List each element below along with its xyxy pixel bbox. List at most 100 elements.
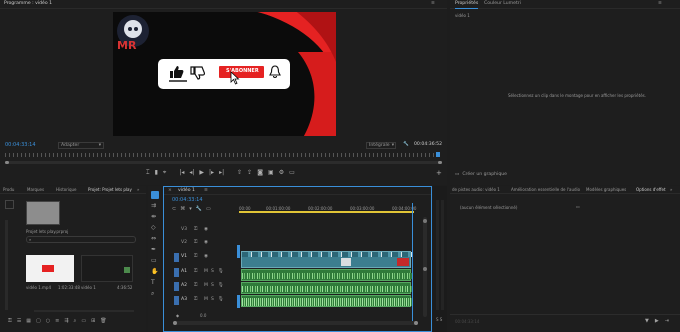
scroll-handle-mid[interactable] (423, 267, 427, 271)
step-back-icon[interactable]: ◂| (189, 169, 194, 177)
scroll-handle-left[interactable] (173, 321, 177, 325)
text-icon[interactable]: T (151, 279, 158, 287)
create-graphic-button[interactable]: ▭ Créer un graphique (455, 172, 507, 179)
captions-icon[interactable]: ▭ (206, 206, 211, 212)
icon-view-icon[interactable]: ▦ (26, 317, 31, 325)
program-ruler[interactable] (5, 153, 439, 157)
timeline-playhead[interactable] (412, 203, 413, 323)
source-patch-a3[interactable] (174, 296, 179, 305)
marker-add-icon[interactable]: ▾ (189, 206, 192, 212)
project-h-scrollbar[interactable] (34, 310, 134, 312)
audio-clip-a3[interactable] (241, 295, 412, 307)
list-view-icon[interactable]: ☰ (17, 317, 21, 325)
play-icon[interactable]: ▶ (199, 169, 204, 177)
lock-icon[interactable]: ⚿ (194, 227, 198, 233)
scroll-handle-top[interactable] (423, 219, 427, 223)
playhead[interactable] (436, 152, 440, 157)
filter-icon[interactable]: ▼ (645, 318, 649, 324)
timeline-ruler[interactable]: 00:00 00:01:00:00 00:02:00:00 00:03:00:0… (239, 198, 419, 213)
zoom-tool-icon[interactable]: ⌕ (151, 290, 158, 298)
solo-icon[interactable]: S (211, 269, 214, 275)
close-icon[interactable]: × (168, 188, 172, 194)
timeline-timecode[interactable]: 00:04:33:14 (172, 198, 203, 203)
scroll-handle-left[interactable] (5, 161, 9, 164)
trash-icon[interactable]: 🗑 (100, 317, 106, 325)
find-icon[interactable]: ⌕ (74, 317, 77, 325)
lock-icon[interactable]: ⚿ (194, 283, 198, 289)
wrench-icon[interactable]: 🔧 (403, 142, 409, 148)
source-patch-a2[interactable] (174, 282, 179, 291)
tab-markers[interactable]: Marques (27, 188, 44, 192)
scroll-handle-right[interactable] (438, 161, 442, 164)
tab-essential-sound[interactable]: Amélioration essentielle de l'audio (511, 188, 580, 192)
tab-produ[interactable]: Produ (3, 188, 14, 192)
go-to-out-icon[interactable]: ▸| (219, 169, 224, 177)
tab-project[interactable]: Projet: Projet lets play (88, 188, 132, 192)
snap-icon[interactable]: ⊂ (172, 206, 176, 212)
quality-select[interactable]: Intégrale ▾ (366, 142, 396, 149)
automate-icon[interactable]: ⇶ (64, 317, 68, 325)
clip-thumbnail-1[interactable] (26, 255, 74, 282)
eye-icon[interactable]: ◉ (204, 240, 208, 246)
search-input[interactable]: ⌕ (26, 236, 136, 243)
audio-clip-a1[interactable] (241, 269, 412, 281)
play-audio-icon[interactable]: ▶ (655, 318, 659, 324)
tab-graphics-templates[interactable]: Modèles graphiques (586, 188, 626, 192)
camera-icon[interactable]: ◙ (257, 169, 263, 177)
tab-effect-controls[interactable]: Options d'effet (636, 188, 666, 192)
source-patch-v1[interactable] (174, 253, 179, 262)
video-clip-v1[interactable] (241, 251, 412, 268)
pen-icon[interactable]: ✒ (151, 246, 158, 254)
add-button-icon[interactable]: + (436, 169, 442, 177)
panel-menu-icon[interactable]: ≡ (658, 1, 662, 7)
ripple-edit-icon[interactable]: ⇹ (151, 213, 158, 221)
lock-icon[interactable]: ⚿ (194, 297, 198, 303)
step-forward-icon[interactable]: |▸ (209, 169, 214, 177)
program-tab[interactable]: Programme : vidéo 1 (4, 1, 52, 7)
mute-icon[interactable]: M (204, 297, 208, 303)
solo-meter-label[interactable]: S S (436, 318, 442, 322)
lock-icon[interactable]: ⚿ (194, 269, 198, 275)
timeline-tab[interactable]: vidéo 1 (178, 188, 195, 194)
export-icon[interactable]: ⇥ (665, 318, 669, 324)
freeform-view-icon[interactable]: ▢ (36, 317, 41, 325)
extract-icon[interactable]: ⇪ (247, 169, 252, 177)
tab-track-mixer[interactable]: de pistes audio: vidéo 1 (452, 188, 500, 192)
mic-icon[interactable]: 🎙 (218, 283, 224, 289)
hand-icon[interactable]: ✋ (151, 268, 158, 276)
lock-icon[interactable]: ⚿ (8, 317, 12, 325)
solo-icon[interactable]: S (211, 297, 214, 303)
razor-icon[interactable]: ◇ (151, 224, 158, 232)
slip-icon[interactable]: ⇔ (151, 235, 158, 243)
tab-lumetri[interactable]: Couleur Lumetri (484, 1, 521, 7)
zoom-slider-icon[interactable]: ○ (46, 317, 50, 325)
linked-icon[interactable]: ⌘ (180, 206, 185, 212)
timeline-v-scrollbar[interactable] (423, 217, 427, 317)
program-timecode[interactable]: 00:04:33:14 (5, 143, 36, 148)
timeline-h-scrollbar[interactable] (173, 321, 418, 325)
wrench-icon[interactable]: 🔧 (196, 206, 202, 212)
vr-icon[interactable]: ▭ (289, 169, 295, 177)
mark-out-icon[interactable]: ▮ (155, 169, 158, 177)
solo-icon[interactable]: S (211, 283, 214, 289)
comparison-icon[interactable]: ▣ (268, 169, 274, 177)
sort-icon[interactable]: ≡ (55, 317, 59, 325)
mic-icon[interactable]: 🎙 (218, 269, 224, 275)
expand-icon[interactable]: » (137, 188, 139, 192)
marker-icon[interactable]: ⌖ (163, 169, 166, 177)
expand-icon[interactable]: » (670, 188, 672, 192)
clip-icon[interactable]: ▭ (576, 205, 580, 209)
fit-select[interactable]: Adapter ▾ (58, 142, 104, 149)
mute-icon[interactable]: M (204, 283, 208, 289)
selection-tool-icon[interactable] (151, 191, 159, 199)
work-area-bar[interactable] (239, 211, 414, 213)
settings-icon[interactable]: ⚙ (279, 169, 284, 177)
scroll-handle-right[interactable] (414, 321, 418, 325)
lock-icon[interactable]: ⚿ (194, 254, 198, 260)
mic-icon[interactable]: 🎙 (218, 297, 224, 303)
lift-icon[interactable]: ⇧ (237, 169, 242, 177)
eye-icon[interactable]: ◉ (204, 254, 208, 260)
new-item-icon[interactable]: ⊞ (91, 317, 95, 325)
clip-thumbnail-2[interactable] (81, 255, 133, 282)
panel-menu-icon[interactable]: ≡ (431, 1, 435, 7)
